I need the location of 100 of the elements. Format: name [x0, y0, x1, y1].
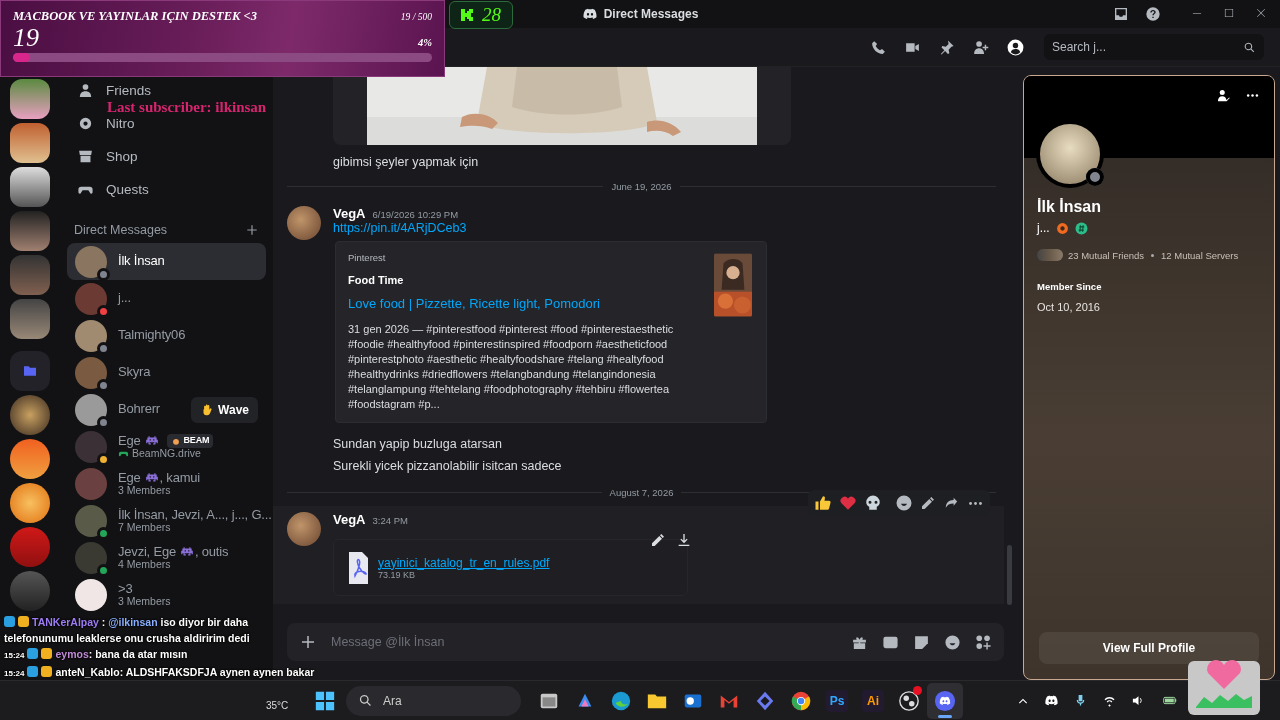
- view-profile-button[interactable]: View Full Profile: [1039, 632, 1259, 664]
- wave-button[interactable]: Wave: [191, 396, 258, 423]
- nav-item[interactable]: Quests: [67, 173, 266, 206]
- server-icon[interactable]: [10, 123, 50, 163]
- search-field[interactable]: Search j...: [1044, 34, 1264, 60]
- inbox-icon[interactable]: [1113, 6, 1129, 22]
- search-field[interactable]: Ara: [346, 685, 521, 716]
- apps-icon[interactable]: [975, 633, 992, 651]
- smiley-icon[interactable]: [895, 494, 913, 512]
- dm-item[interactable]: Talmighty06: [67, 317, 266, 354]
- pencil-icon[interactable]: [920, 495, 936, 511]
- member-count: 3 Members: [118, 484, 172, 497]
- member-since-date: Oct 10, 2016: [1037, 301, 1101, 313]
- app-icon[interactable]: Ai: [862, 689, 884, 712]
- friend-check-icon[interactable]: [1216, 88, 1231, 103]
- windows-icon[interactable]: [314, 689, 336, 712]
- dm-item[interactable]: j...: [67, 280, 266, 317]
- dm-name: Ege: [118, 433, 141, 448]
- folder-icon: [22, 363, 38, 379]
- dm-item[interactable]: Ege BEAM BeamNG.drive: [67, 428, 266, 465]
- last-subscriber-text: Last subscriber: ilkinsan: [107, 99, 267, 116]
- edge-icon[interactable]: [610, 689, 632, 712]
- discord-icon: [581, 6, 598, 22]
- server-icon[interactable]: [10, 167, 50, 207]
- chat-message: TANKerAlpay : @ilkinsan iso diyor bir daha telefonunumu leaklerse onu crusha aldiririm dedi: [3, 615, 251, 646]
- dm-item[interactable]: Ege , kamui 3 Members: [67, 465, 266, 502]
- dm-item[interactable]: İlk İnsan: [67, 243, 266, 280]
- pin-icon[interactable]: [938, 38, 955, 56]
- dm-name: , outis: [195, 544, 229, 559]
- message-text: gibimsi şeyler yapmak için: [333, 154, 480, 171]
- embed-author: Food Time: [348, 274, 405, 286]
- heart-icon[interactable]: [839, 494, 857, 512]
- chat-badge-icon: [41, 666, 53, 677]
- timestamp: 3:24 PM: [372, 515, 408, 526]
- pencil-icon[interactable]: [650, 532, 666, 548]
- sticker-icon[interactable]: [913, 633, 930, 651]
- server-icon[interactable]: [10, 395, 50, 435]
- mutual-servers: 12 Mutual Servers: [1161, 249, 1239, 261]
- date-divider: June 19, 2026: [611, 181, 672, 192]
- pdf-file-icon: [346, 551, 370, 584]
- goal-progress-text: 19 / 500: [400, 12, 432, 22]
- dm-item[interactable]: Skyra: [67, 354, 266, 391]
- chrome-icon[interactable]: [790, 689, 812, 712]
- mutual-friends: 23 Mutual Friends: [1068, 249, 1145, 261]
- dm-name: Jevzi, Ege: [118, 544, 176, 559]
- close-icon[interactable]: [1254, 6, 1268, 20]
- file-size: 73.19 KB: [378, 569, 416, 580]
- skull-icon[interactable]: [864, 494, 882, 512]
- author-name: VegA: [333, 512, 366, 527]
- discord-icon[interactable]: [934, 689, 956, 712]
- add-friend-icon[interactable]: [972, 38, 989, 56]
- file-link[interactable]: yayinici_katalog_tr_en_rules.pdf: [378, 555, 550, 570]
- goal-count: 19: [13, 24, 39, 52]
- goal-percent: 4%: [418, 37, 432, 48]
- help-icon[interactable]: [1145, 6, 1161, 22]
- profile-name: İlk İnsan: [1037, 198, 1103, 216]
- add-icon[interactable]: [245, 223, 259, 237]
- link[interactable]: https://pin.it/4ARjDCeb3: [333, 221, 467, 235]
- chat-badge-icon: [41, 648, 53, 659]
- counter-value: 28: [482, 4, 501, 26]
- discord-icon[interactable]: [1044, 693, 1059, 708]
- server-icon[interactable]: [10, 439, 50, 479]
- dm-item[interactable]: >3 3 Members: [67, 576, 266, 613]
- section-title: Direct Messages: [74, 223, 168, 237]
- badge-label: BEAM: [183, 435, 210, 446]
- kick-icon: [459, 7, 475, 23]
- dm-item[interactable]: Bohrerr Wave: [67, 391, 266, 428]
- chat-message: 15:24 anteN_Kablo: ALDSHFAKSDFJA aynen aynen bakar: [3, 665, 315, 680]
- chat-badge-icon: [27, 666, 39, 677]
- dm-name: Skyra: [118, 365, 151, 380]
- embed-description: 31 gen 2026 — #pinterestfood #pinterest #food #pinterestaesthetic #foodie #healthyfood #pinterestinspired #foodporn #aestheticfood #pinterestphoto #aesthetic #healtyfoodshare #telang #healtyfood #healthydrinks #driedflowers #telangbandung #telangindonesia #telanglampung #tehtelang #foodphotography #tehbiru #flowertea #foodstagram #p...: [348, 322, 675, 412]
- app-icon[interactable]: Ps: [826, 689, 848, 712]
- profile-icon[interactable]: [1006, 37, 1025, 57]
- dm-name: İlk İnsan, Jevzi, A..., j..., G...: [118, 507, 272, 522]
- embed-title-link[interactable]: Love food | Pizzette, Ricette light, Pomodori: [348, 296, 702, 311]
- add-icon[interactable]: [299, 633, 317, 651]
- nav-item[interactable]: Shop: [67, 140, 266, 173]
- weather-text: 35°C: [266, 700, 289, 711]
- app-icon[interactable]: [754, 689, 776, 712]
- folder-button[interactable]: [10, 351, 50, 391]
- maximize-icon[interactable]: [1222, 6, 1236, 20]
- dm-name: Bohrerr: [118, 402, 160, 417]
- member-count: 7 Members: [118, 521, 172, 534]
- download-icon[interactable]: [676, 532, 692, 548]
- server-icon[interactable]: [10, 483, 50, 523]
- timestamp: 6/19/2026 10:29 PM: [372, 209, 459, 220]
- chat-badge-icon: [18, 616, 29, 627]
- thumbs-up-icon[interactable]: [814, 494, 832, 512]
- smiley-icon[interactable]: [944, 633, 961, 651]
- dm-item[interactable]: Jevzi, Ege , outis 4 Members: [67, 539, 266, 576]
- phone-icon[interactable]: [870, 38, 887, 56]
- custom-status: j...: [1037, 221, 1050, 235]
- date-divider: August 7, 2026: [609, 487, 674, 498]
- obs-icon[interactable]: [898, 689, 920, 712]
- server-icon[interactable]: [10, 299, 50, 339]
- dm-name: Talmighty06: [118, 328, 186, 343]
- author-name: VegA: [333, 206, 366, 221]
- member-count: 4 Members: [118, 558, 171, 571]
- avatar: [287, 512, 321, 546]
- server-icon[interactable]: [10, 79, 50, 119]
